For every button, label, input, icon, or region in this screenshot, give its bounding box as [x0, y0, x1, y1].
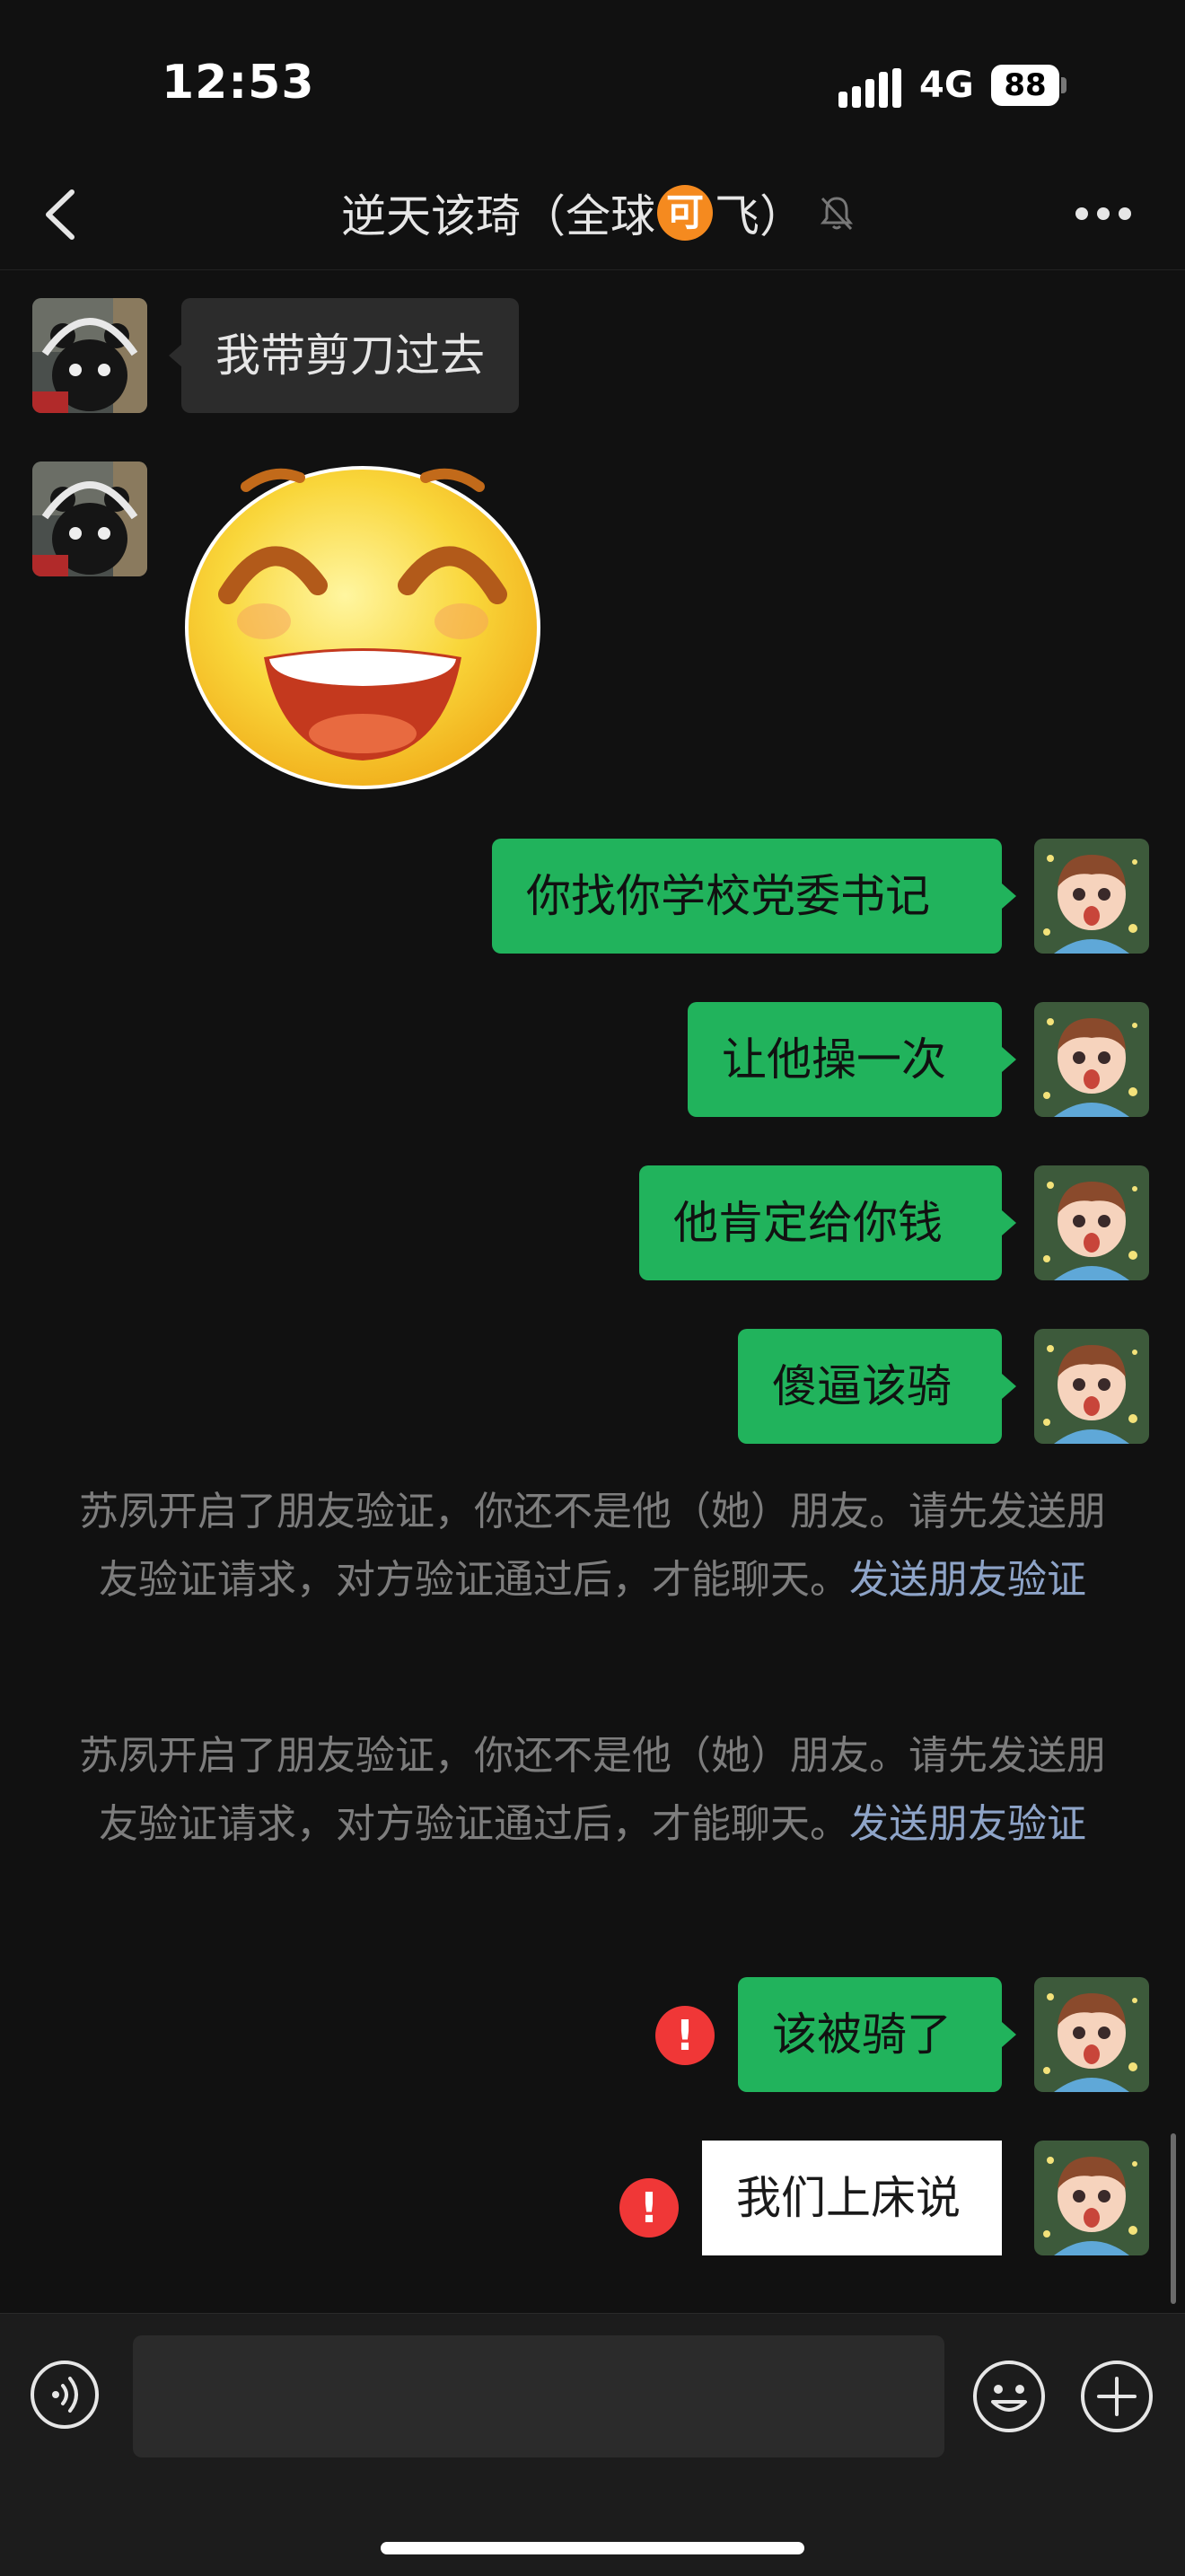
avatar[interactable] — [32, 462, 147, 576]
send-failed-icon[interactable]: ! — [619, 2178, 679, 2238]
voice-icon[interactable] — [29, 2359, 101, 2431]
avatar[interactable] — [32, 298, 147, 413]
message-bubble[interactable]: 傻逼该骑 — [738, 1329, 1002, 1444]
message-input[interactable] — [133, 2335, 944, 2457]
title-prefix: 逆天该琦（全球 — [341, 190, 655, 242]
battery-icon: 88 — [991, 65, 1066, 108]
scrollbar[interactable] — [1171, 2133, 1176, 2304]
avatar[interactable] — [1034, 839, 1149, 954]
system-notice: 苏夙开启了朋友验证，你还不是他（她）朋友。请先发送朋友验证请求，对方验证通过后，… — [72, 1722, 1113, 1859]
message-bubble[interactable]: 他肯定给你钱 — [639, 1165, 1002, 1280]
status-time: 12:53 — [162, 56, 315, 110]
message-bubble[interactable]: 我带剪刀过去 — [181, 298, 519, 413]
message-bubble[interactable]: 让他操一次 — [688, 1002, 1002, 1117]
avatar[interactable] — [1034, 1977, 1149, 2092]
avatar[interactable] — [1034, 1165, 1149, 1280]
emoji-icon[interactable] — [971, 2359, 1047, 2434]
title-badge: 可 — [657, 185, 713, 241]
plus-icon[interactable] — [1079, 2359, 1154, 2434]
back-arrow-icon[interactable] — [36, 183, 90, 246]
more-icon[interactable] — [1074, 205, 1133, 223]
signal-icon — [838, 68, 901, 108]
send-verification-link[interactable]: 发送朋友验证 — [849, 1557, 1086, 1603]
send-verification-link[interactable]: 发送朋友验证 — [849, 1801, 1086, 1847]
mute-bell-icon — [820, 197, 854, 231]
avatar[interactable] — [1034, 1329, 1149, 1444]
home-indicator — [381, 2542, 804, 2554]
battery-level: 88 — [991, 65, 1059, 106]
message-bubble[interactable]: 该被骑了 — [738, 1977, 1002, 2092]
avatar[interactable] — [1034, 2141, 1149, 2255]
message-bubble[interactable]: 你找你学校党委书记 — [492, 839, 1002, 954]
title-suffix: 飞） — [715, 190, 804, 242]
status-bar: 12:53 4G 88 — [0, 0, 1185, 162]
message-bubble[interactable]: 我们上床说 — [702, 2141, 1002, 2255]
system-notice: 苏夙开启了朋友验证，你还不是他（她）朋友。请先发送朋友验证请求，对方验证通过后，… — [72, 1478, 1113, 1614]
network-type: 4G — [919, 65, 974, 106]
chat-title: 逆天该琦（全球 可 飞） — [341, 181, 856, 244]
input-bar — [0, 2313, 1185, 2576]
avatar[interactable] — [1034, 1002, 1149, 1117]
send-failed-icon[interactable]: ! — [655, 2006, 715, 2065]
grinning-face-sticker[interactable] — [183, 460, 542, 792]
chat-header: 逆天该琦（全球 可 飞） — [0, 162, 1185, 270]
